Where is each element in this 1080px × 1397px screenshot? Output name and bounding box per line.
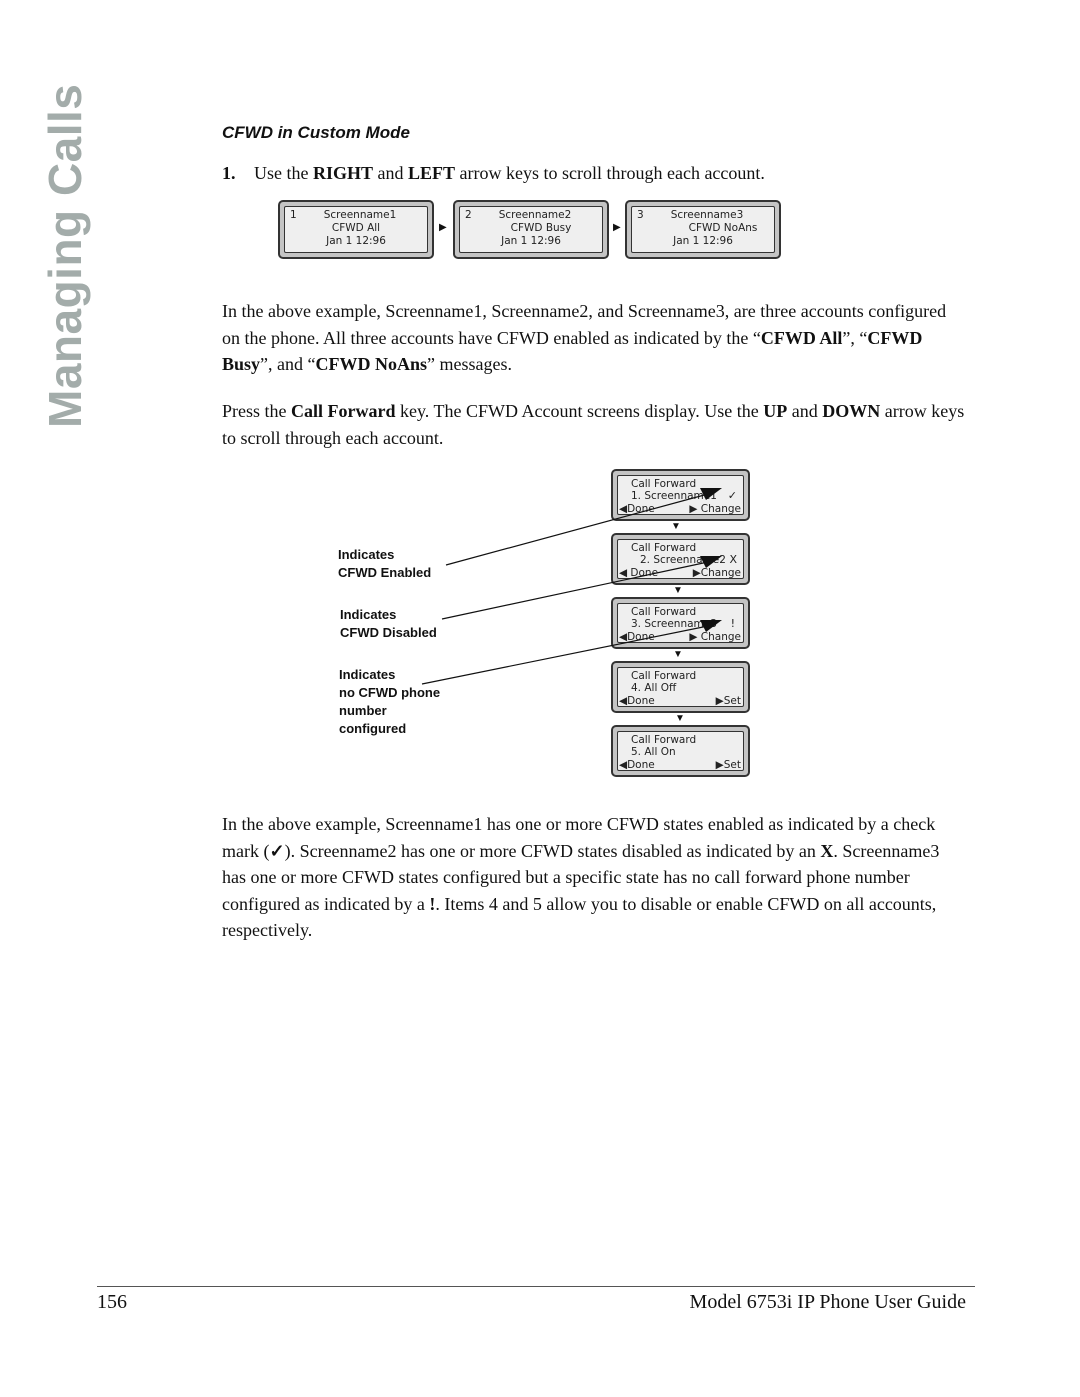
text-run: and: [787, 401, 823, 421]
bold-text: X: [820, 840, 834, 861]
bold-text: CFWD All: [760, 327, 843, 348]
account-screen-3: 3 Screenname3 CFWD NoAns Jan 1 12:96: [625, 200, 781, 259]
text-run: ” messages.: [427, 354, 512, 374]
paragraph-indicators-explained: In the above example, Screenname1 has on…: [222, 811, 967, 944]
account-screen-2: 2 Screenname2 CFWD Busy Jan 1 12:96: [453, 200, 609, 259]
softkey-set: ▶Set: [715, 759, 741, 771]
softkey-done: ◀Done: [619, 695, 655, 707]
step-number: 1.: [222, 163, 236, 183]
bold-text: DOWN: [822, 401, 881, 421]
left-arrow-icon: ◀: [619, 503, 628, 515]
bold-text: CFWD NoAns: [315, 354, 428, 374]
softkey-change: ▶Change: [692, 567, 741, 579]
exclamation-mark-icon: !: [730, 617, 735, 630]
page-number: 156: [97, 1291, 127, 1313]
check-mark-icon: ✓: [727, 489, 737, 502]
callout-no-cfwd-number: Indicates no CFWD phone number configure…: [339, 667, 441, 736]
cfwd-item: 2. Screenname2: [640, 554, 726, 566]
step-text: Use the RIGHT and LEFT arrow keys to scr…: [254, 163, 765, 183]
paragraph-call-forward-key: Press the Call Forward key. The CFWD Acc…: [222, 398, 967, 451]
account-status: CFWD All: [331, 222, 381, 234]
callout-cfwd-disabled: Indicates CFWD Disabled: [340, 607, 437, 640]
left-arrow-icon: ◀: [619, 567, 628, 579]
cfwd-item: 3. Screenname3: [631, 618, 717, 630]
cfwd-screen-3: Call Forward 3. Screenname3 ! ◀Done ▶ Ch…: [611, 597, 750, 649]
down-arrow-icon: ▼: [673, 585, 683, 596]
right-arrow-icon: ▶: [439, 222, 447, 233]
right-arrow-icon: ▶: [689, 631, 698, 643]
footer-rule: [97, 1286, 975, 1287]
account-datetime: Jan 1 12:96: [673, 235, 733, 247]
account-status: CFWD NoAns: [688, 222, 758, 234]
section-title: CFWD in Custom Mode: [222, 123, 410, 142]
bold-text: UP: [763, 401, 788, 421]
bold-text: Call Forward: [291, 401, 396, 421]
text-run: ). Screenname2 has one or more CFWD stat…: [284, 840, 821, 861]
down-arrow-icon: ▼: [675, 713, 685, 724]
cfwd-item: 5. All On: [631, 746, 676, 758]
text-run: Press the: [222, 401, 291, 421]
account-name: Screenname2: [498, 209, 572, 221]
cfwd-screen-2: Call Forward 2. Screenname2 X ◀ Done ▶Ch…: [611, 533, 750, 585]
left-arrow-icon: ◀: [619, 695, 628, 707]
step-1: 1. Use the RIGHT and LEFT arrow keys to s…: [222, 163, 765, 184]
callout-cfwd-enabled: Indicates CFWD Enabled: [338, 547, 432, 580]
bold-text: LEFT: [408, 163, 456, 183]
account-screen-1: 1 Screenname1 CFWD All Jan 1 12:96: [278, 200, 434, 259]
account-status: CFWD Busy: [510, 222, 572, 234]
softkey-done: ◀Done: [619, 631, 655, 643]
text-run: key. The CFWD Account screens display. U…: [395, 401, 764, 421]
cfwd-screen-1: Call Forward 1. Screenname1 ✓ ◀Done ▶ Ch…: [611, 469, 750, 521]
cfwd-item: 4. All Off: [631, 682, 677, 694]
cfwd-item: 1. Screenname1: [631, 490, 717, 502]
cfwd-screen-5: Call Forward 5. All On ◀Done ▶Set: [611, 725, 750, 777]
down-arrow-icon: ▼: [671, 521, 681, 532]
softkey-done: ◀Done: [619, 759, 655, 771]
right-arrow-icon: ▶: [689, 503, 698, 515]
text-run: ”, “: [842, 327, 868, 348]
account-datetime: Jan 1 12:96: [501, 235, 561, 247]
softkey-change: ▶ Change: [689, 631, 741, 643]
guide-title: Model 6753i IP Phone User Guide: [689, 1291, 966, 1313]
right-arrow-icon: ▶: [613, 222, 621, 233]
account-datetime: Jan 1 12:96: [326, 235, 386, 247]
text-run: Use the: [254, 163, 313, 183]
right-arrow-icon: ▶: [715, 759, 724, 771]
softkey-set: ▶Set: [715, 695, 741, 707]
text-run: arrow keys to scroll through each accoun…: [455, 163, 765, 183]
down-arrow-icon: ▼: [673, 649, 683, 660]
account-name: Screenname3: [670, 209, 744, 221]
softkey-done: ◀ Done: [619, 567, 659, 579]
softkey-done: ◀Done: [619, 503, 655, 515]
cfwd-screen-4: Call Forward 4. All Off ◀Done ▶Set: [611, 661, 750, 713]
bold-text: ✓: [269, 840, 285, 861]
x-mark-icon: X: [729, 553, 737, 566]
softkey-change: ▶ Change: [689, 503, 741, 515]
text-run: and: [373, 163, 408, 183]
text-run: ”, and “: [260, 354, 316, 374]
right-arrow-icon: ▶: [692, 567, 701, 579]
left-arrow-icon: ◀: [619, 631, 628, 643]
side-chapter-title: Managing Calls: [39, 83, 91, 428]
paragraph-accounts-explained: In the above example, Screenname1, Scree…: [222, 298, 967, 378]
account-name: Screenname1: [323, 209, 397, 221]
left-arrow-icon: ◀: [619, 759, 628, 771]
bold-text: RIGHT: [312, 163, 373, 183]
right-arrow-icon: ▶: [715, 695, 724, 707]
